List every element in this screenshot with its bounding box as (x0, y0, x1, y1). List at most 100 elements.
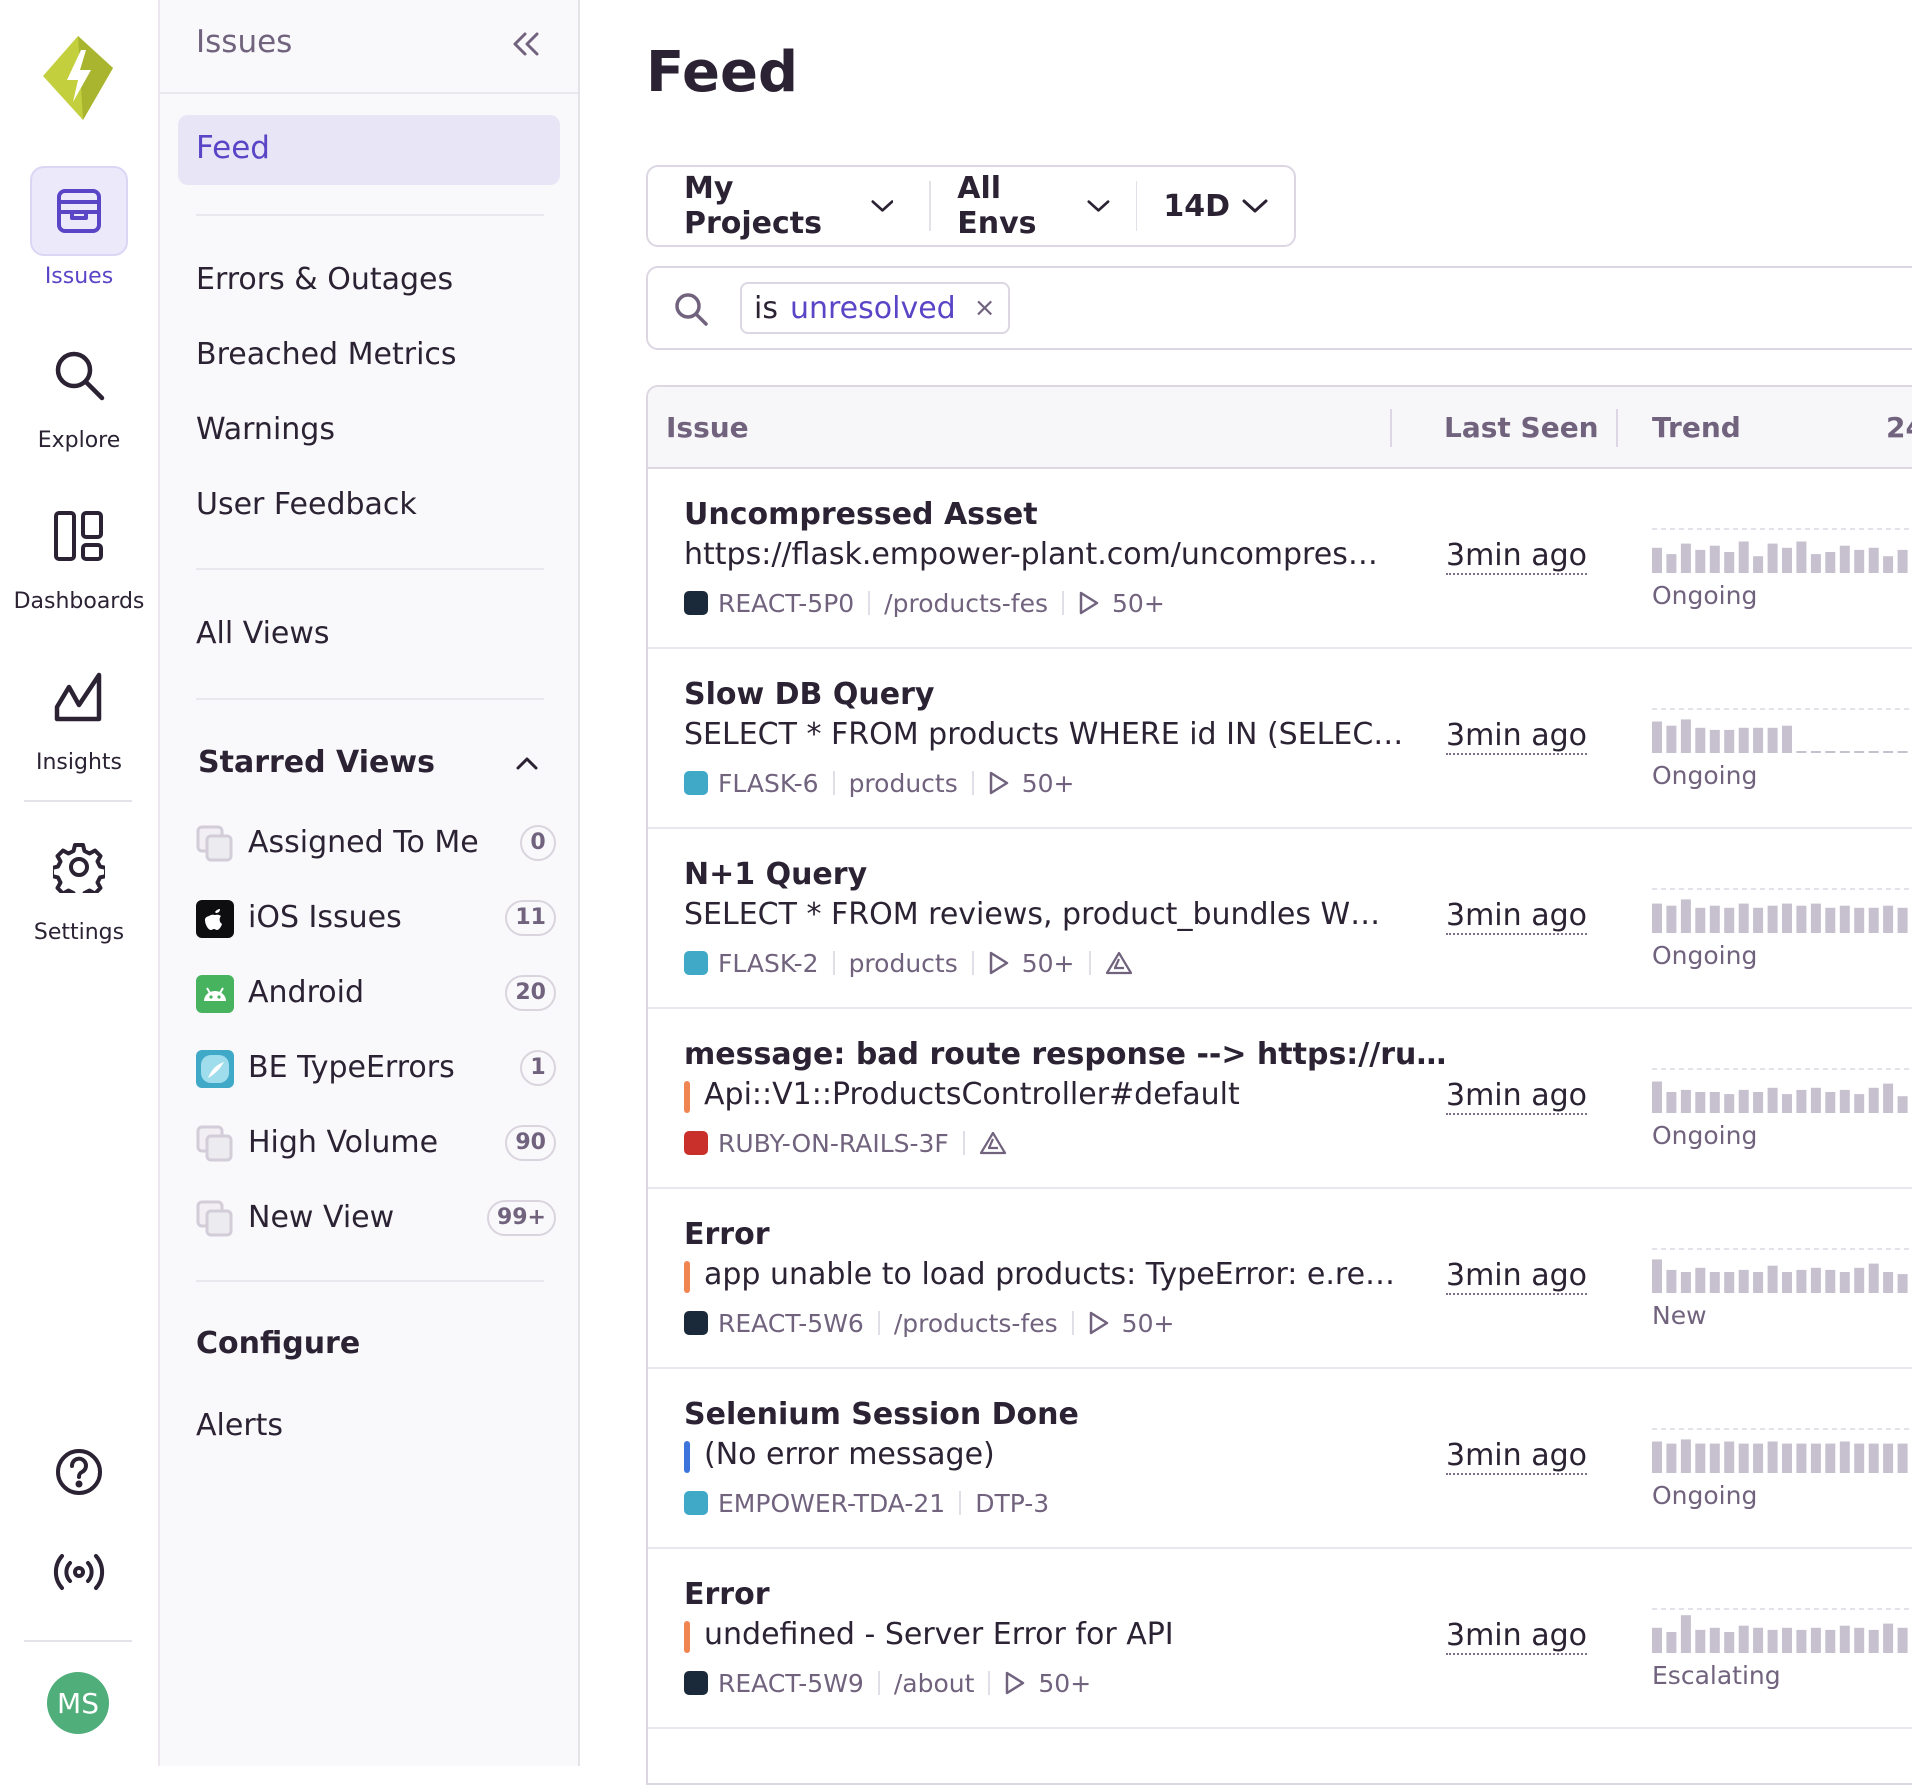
trend-bar (1854, 1094, 1865, 1113)
issue-title[interactable]: Slow DB Query (684, 677, 934, 712)
user-avatar[interactable]: MS (47, 1672, 109, 1734)
broadcasts-button[interactable] (49, 1542, 109, 1602)
last-seen-time[interactable]: 3min ago (1446, 1619, 1587, 1655)
search-filter-token[interactable]: is unresolved × (740, 282, 1010, 334)
trend-bar (1810, 903, 1821, 933)
last-seen-time[interactable]: 3min ago (1446, 1259, 1587, 1295)
sidebar-item-feed[interactable]: Feed (178, 115, 560, 185)
trend-bar (1868, 1263, 1879, 1293)
issues-icon (57, 189, 101, 233)
last-seen-time[interactable]: 3min ago (1446, 719, 1587, 755)
last-seen-time[interactable]: 3min ago (1446, 539, 1587, 575)
date-range-dropdown[interactable]: 14D (1137, 167, 1294, 245)
issue-title[interactable]: N+1 Query (684, 857, 867, 892)
trend-bar (1782, 547, 1792, 573)
table-row[interactable]: Selenium Session Done (No error message) E… (648, 1369, 1912, 1549)
column-header-events[interactable]: 24 (1886, 411, 1912, 444)
trend-bar (1868, 751, 1879, 753)
starred-view-count: 0 (520, 825, 556, 861)
rail-label: Insights (35, 750, 122, 775)
dashboard-icon (54, 511, 103, 561)
trend-bar (1883, 905, 1894, 933)
sidebar-item-alerts[interactable]: Alerts (196, 1408, 283, 1443)
starred-view-new-view[interactable]: New View 99+ (196, 1190, 556, 1246)
trend-bar (1724, 907, 1735, 933)
trend-bar (1738, 1443, 1749, 1473)
trend-bar (1695, 1267, 1706, 1293)
trend-bar (1810, 1267, 1821, 1293)
starred-view-be-typeerrors[interactable]: BE TypeErrors 1 (196, 1040, 556, 1096)
sidebar-item-errors-outages[interactable]: Errors & Outages (196, 262, 453, 297)
issue-short-id[interactable]: FLASK-6 (718, 769, 819, 798)
trend-bar (1839, 751, 1850, 753)
starred-view-android[interactable]: Android 20 (196, 965, 556, 1021)
table-row[interactable]: Uncompressed Asset https://flask.empower-… (648, 469, 1912, 649)
issue-title[interactable]: Error (684, 1217, 770, 1252)
rail-item-settings[interactable]: Settings (0, 822, 158, 945)
warning-triangle-icon[interactable] (1105, 951, 1133, 975)
rail-item-dashboards[interactable]: Dashboards (0, 491, 158, 614)
sidebar-item-all-views[interactable]: All Views (196, 616, 330, 651)
replay-count[interactable]: 50+ (1112, 589, 1165, 618)
issue-short-id[interactable]: REACT-5W9 (718, 1669, 864, 1698)
trend-bar (1782, 1443, 1792, 1473)
column-header-trend[interactable]: Trend (1652, 411, 1741, 444)
table-row[interactable]: message: bad route response --> https://… (648, 1009, 1912, 1189)
trend-bar (1897, 1627, 1908, 1653)
table-row[interactable]: Error app unable to load products: TypeEr… (648, 1189, 1912, 1369)
table-row[interactable]: Error undefined - Server Error for API REA… (648, 1549, 1912, 1729)
rail-item-insights[interactable]: Insights (0, 652, 158, 775)
trend-bar (1666, 725, 1677, 753)
rail-item-issues[interactable]: Issues (0, 166, 158, 289)
rail-item-explore[interactable]: Explore (0, 330, 158, 453)
trend-bar (1868, 1087, 1879, 1113)
replay-count[interactable]: 50+ (1122, 1309, 1175, 1338)
table-row[interactable]: Slow DB Query SELECT * FROM products WHER… (648, 649, 1912, 829)
remove-token-icon[interactable]: × (974, 293, 996, 323)
issue-search-bar[interactable]: is unresolved × (646, 266, 1912, 350)
trend-bar (1839, 545, 1850, 573)
trend-bar (1825, 1629, 1836, 1653)
last-seen-time[interactable]: 3min ago (1446, 1439, 1587, 1475)
replay-count[interactable]: 50+ (1038, 1669, 1091, 1698)
trend-bar (1652, 547, 1662, 573)
sidebar-item-user-feedback[interactable]: User Feedback (196, 487, 417, 522)
trend-bar (1680, 543, 1691, 573)
trend-bar (1767, 1087, 1778, 1113)
issue-title[interactable]: Selenium Session Done (684, 1397, 1079, 1432)
issue-short-id[interactable]: RUBY-ON-RAILS-3F (718, 1129, 949, 1158)
sidebar-item-breached-metrics[interactable]: Breached Metrics (196, 337, 457, 372)
last-seen-time[interactable]: 3min ago (1446, 1079, 1587, 1115)
rail-label: Dashboards (13, 589, 145, 614)
issue-short-id[interactable]: REACT-5P0 (718, 589, 854, 618)
issue-short-id[interactable]: FLASK-2 (718, 949, 819, 978)
issue-title[interactable]: Uncompressed Asset (684, 497, 1038, 532)
column-header-issue[interactable]: Issue (666, 411, 749, 444)
token-key: is (754, 290, 778, 326)
starred-view-high-volume[interactable]: High Volume 90 (196, 1115, 556, 1171)
environment-filter-dropdown[interactable]: All Envs (931, 167, 1135, 245)
chevron-up-icon[interactable] (512, 748, 542, 778)
starred-view-ios-issues[interactable]: iOS Issues 11 (196, 890, 556, 946)
last-seen-time[interactable]: 3min ago (1446, 899, 1587, 935)
issue-short-id[interactable]: REACT-5W6 (718, 1309, 864, 1338)
app-logo-icon[interactable] (43, 36, 113, 120)
replay-count[interactable]: 50+ (1022, 949, 1075, 978)
replay-count[interactable]: 50+ (1022, 769, 1075, 798)
issue-message-text: SELECT * FROM products WHERE id IN (SELE… (684, 717, 1404, 752)
column-header-last-seen[interactable]: Last Seen (1444, 411, 1599, 444)
collapse-sidebar-icon[interactable] (508, 26, 544, 62)
trend-bar (1883, 1083, 1894, 1113)
table-row[interactable]: N+1 Query SELECT * FROM reviews, product_… (648, 829, 1912, 1009)
issue-title[interactable]: message: bad route response --> https://… (684, 1037, 1446, 1072)
chevron-down-icon (870, 200, 894, 212)
help-button[interactable] (49, 1442, 109, 1502)
sidebar-divider (196, 1280, 544, 1282)
token-value[interactable]: unresolved (790, 291, 956, 326)
project-filter-dropdown[interactable]: My Projects (648, 167, 929, 245)
issue-title[interactable]: Error (684, 1577, 770, 1612)
starred-view-assigned-to-me[interactable]: Assigned To Me 0 (196, 815, 556, 871)
warning-triangle-icon[interactable] (979, 1131, 1007, 1155)
issue-short-id[interactable]: EMPOWER-TDA-21 (718, 1489, 945, 1518)
sidebar-item-warnings[interactable]: Warnings (196, 412, 335, 447)
